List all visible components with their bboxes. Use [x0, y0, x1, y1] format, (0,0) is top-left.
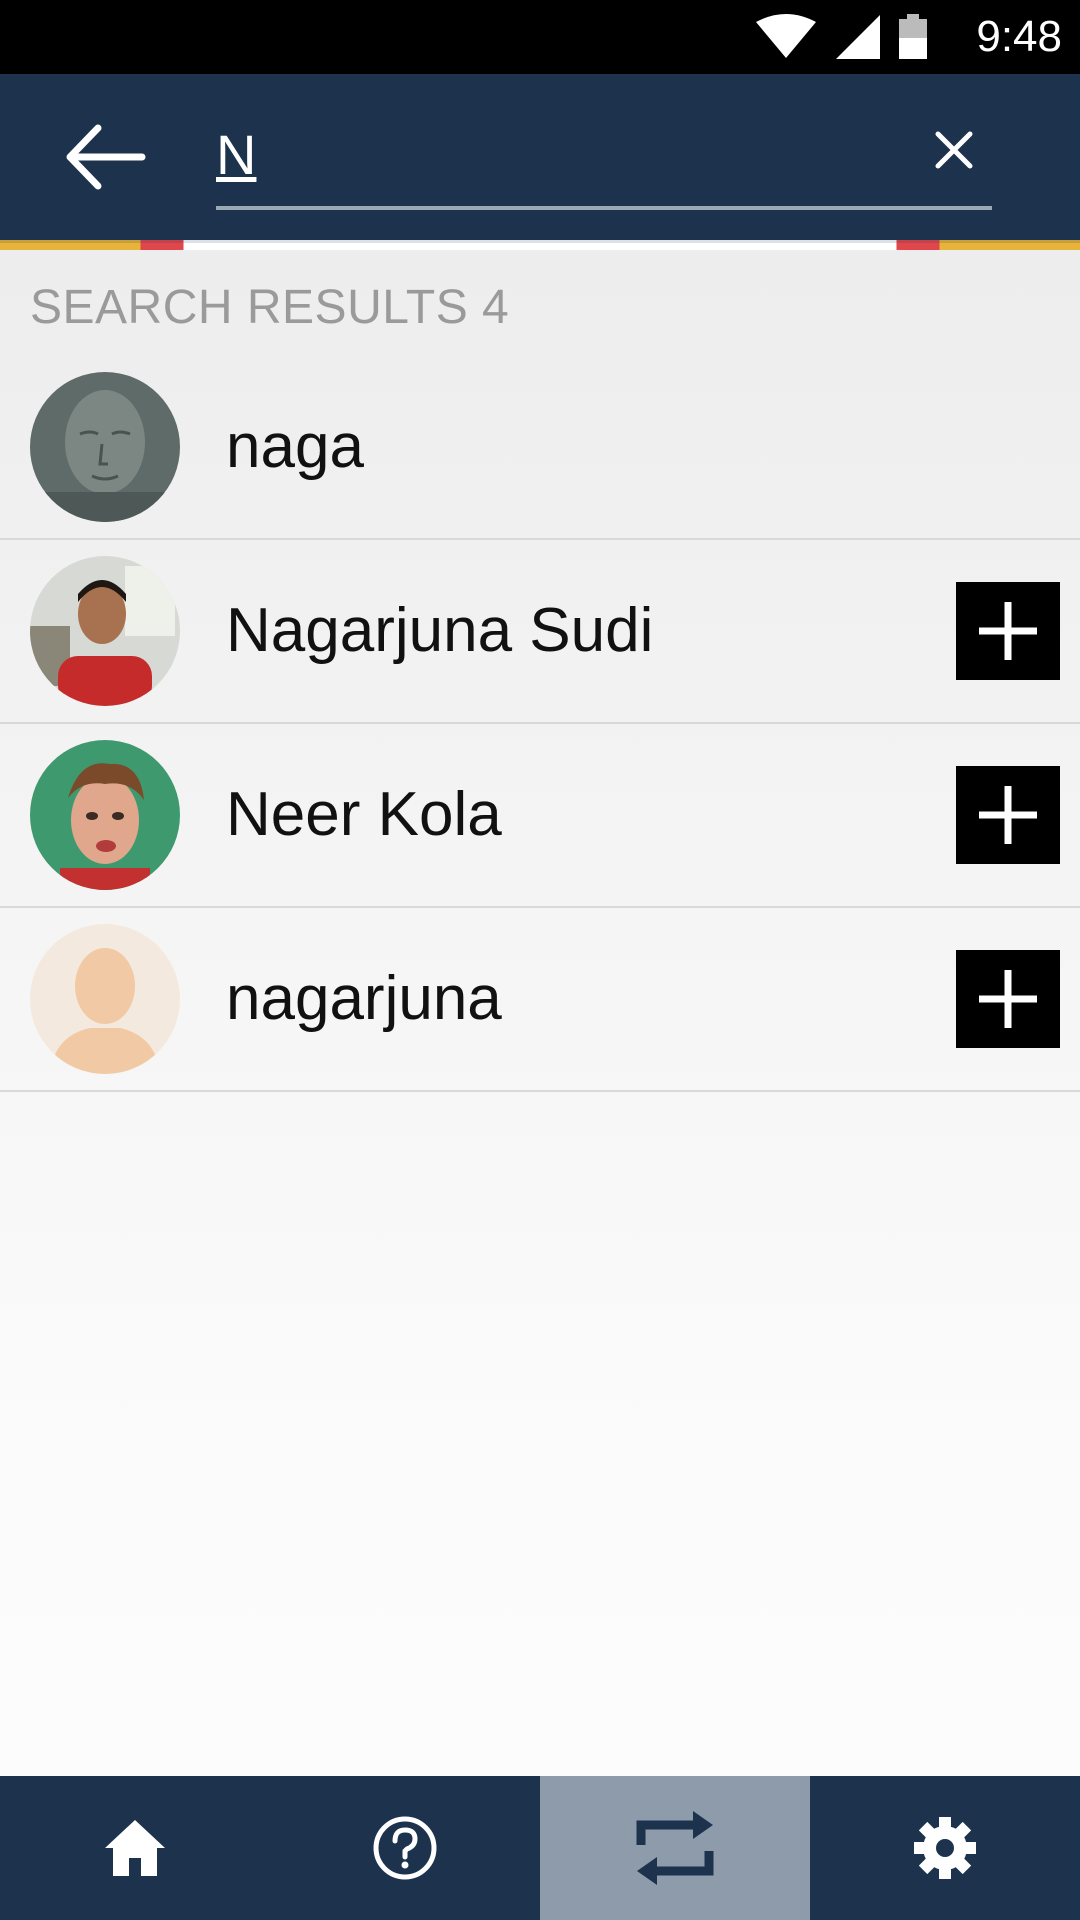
avatar [30, 556, 180, 706]
nav-settings[interactable] [810, 1776, 1080, 1920]
bottom-nav [0, 1776, 1080, 1920]
status-icons [754, 14, 928, 60]
avatar [30, 372, 180, 522]
arrow-left-icon [66, 124, 146, 190]
status-bar: 9:48 [0, 0, 1080, 74]
man-selfie-avatar [30, 556, 180, 706]
nav-help[interactable] [270, 1776, 540, 1920]
avatar [30, 740, 180, 890]
add-user-button[interactable] [956, 582, 1060, 680]
gear-icon [914, 1817, 976, 1879]
default-person-avatar [30, 924, 180, 1074]
nav-home[interactable] [0, 1776, 270, 1920]
home-icon [105, 1820, 165, 1876]
wifi-icon [756, 14, 816, 58]
user-name: Nagarjuna Sudi [226, 596, 654, 665]
add-user-button[interactable] [956, 766, 1060, 864]
list-item[interactable]: Nagarjuna Sudi [0, 540, 1080, 724]
list-item[interactable]: naga [0, 356, 1080, 540]
user-name: Neer Kola [226, 780, 502, 849]
boy-green-background-avatar [30, 740, 180, 890]
plus-icon [979, 786, 1037, 844]
user-name: nagarjuna [226, 964, 502, 1033]
status-time: 9:48 [976, 12, 1062, 61]
list-item[interactable]: nagarjuna [0, 908, 1080, 1092]
search-underline [216, 206, 992, 210]
user-name: naga [226, 412, 364, 481]
search-input[interactable] [216, 114, 896, 194]
accent-strip [0, 240, 1080, 250]
list-item[interactable]: Neer Kola [0, 724, 1080, 908]
close-icon [935, 131, 973, 169]
plus-icon [979, 970, 1037, 1028]
nav-repeat[interactable] [540, 1776, 810, 1920]
help-icon [373, 1816, 437, 1880]
plus-icon [979, 602, 1037, 660]
results-list: naga Nagarjuna Sudi Neer Kola nagarjuna [0, 356, 1080, 1092]
results-count-label: SEARCH RESULTS 4 [30, 281, 510, 334]
battery-icon [899, 14, 927, 59]
add-user-button[interactable] [956, 950, 1060, 1048]
search-header [0, 74, 1080, 240]
statue-face-avatar [30, 372, 180, 522]
clear-search-button[interactable] [930, 126, 978, 174]
signal-icon [836, 15, 880, 59]
avatar [30, 924, 180, 1074]
back-button[interactable] [62, 122, 152, 192]
repeat-icon [636, 1811, 714, 1885]
search-field[interactable] [216, 114, 992, 210]
